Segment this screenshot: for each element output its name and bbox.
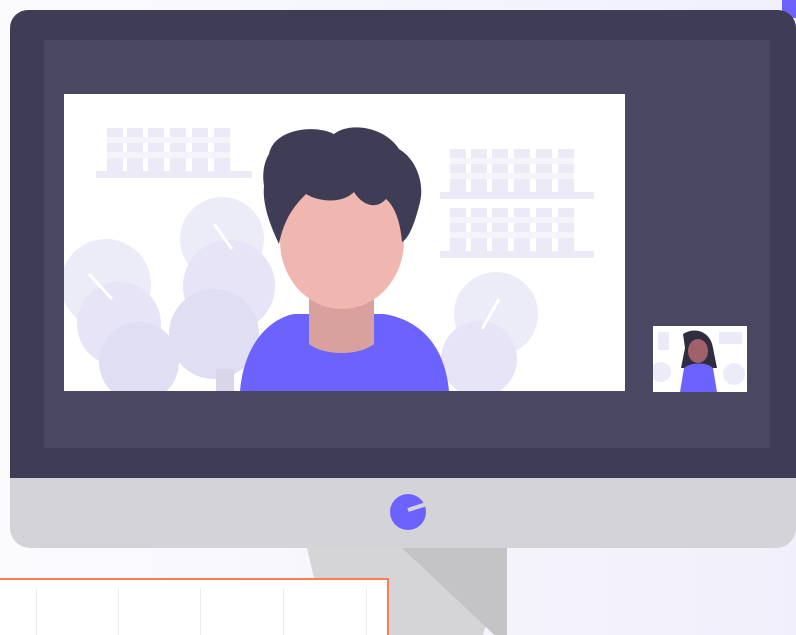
overlay-panel[interactable] [0, 578, 389, 635]
main-participant [240, 127, 449, 391]
overlay-column-divider [283, 588, 284, 635]
main-video-tile[interactable] [64, 94, 625, 391]
overlay-column-divider [118, 588, 119, 635]
main-video-illustration [64, 127, 594, 391]
overlay-column-divider [36, 588, 37, 635]
left-shelf [96, 128, 252, 178]
self-view-thumbnail[interactable] [653, 326, 747, 392]
thumbnail-illustration [653, 330, 745, 392]
webcam-icon[interactable] [390, 494, 426, 530]
right-shelves [440, 149, 594, 258]
overlay-grid [0, 580, 387, 635]
overlay-column-divider [366, 588, 367, 635]
video-call-scene [0, 0, 796, 635]
overlay-column-divider [200, 588, 201, 635]
